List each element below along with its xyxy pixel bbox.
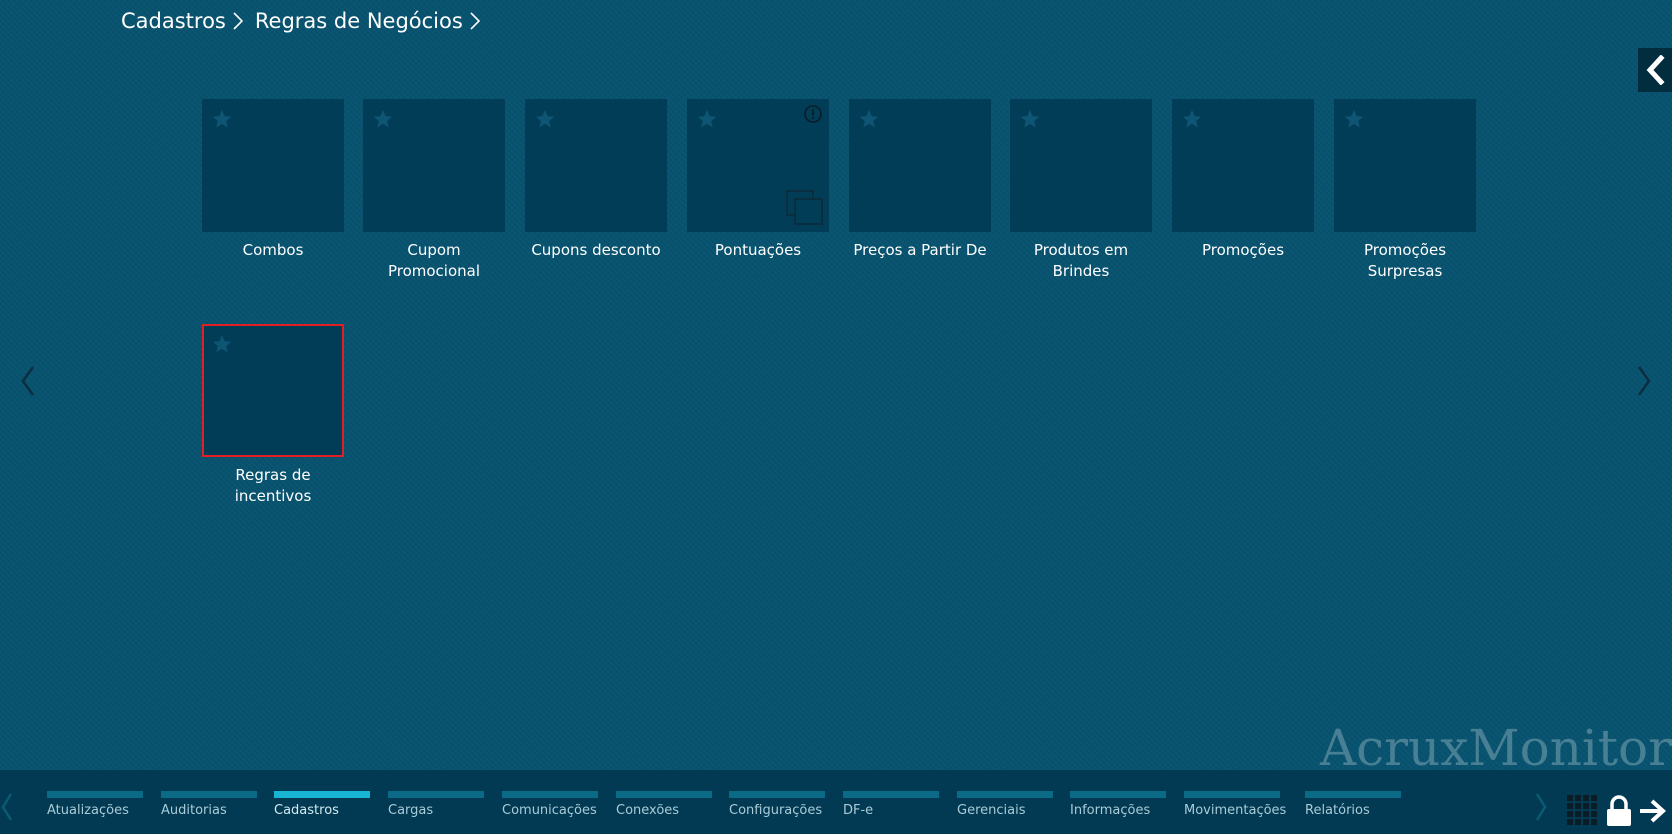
star-icon	[1182, 109, 1202, 128]
tile-promocoes-surpresas[interactable]: Promoções Surpresas	[1334, 99, 1476, 282]
tile-label: Promoções Surpresas	[1363, 241, 1447, 280]
tile-regras-de-incentivos[interactable]: Regras de incentivos	[202, 324, 344, 507]
previous-page-button[interactable]	[20, 365, 36, 401]
tile-precos-a-partir-de[interactable]: Preços a Partir De	[849, 99, 991, 261]
star-icon	[697, 109, 717, 128]
tile-label: Combos	[242, 241, 304, 259]
tile-combos[interactable]: Combos	[202, 99, 344, 261]
taskbar-label: Comunicações	[502, 803, 597, 818]
taskbar-item-relatorios[interactable]: Relatórios	[1305, 791, 1401, 834]
tile-label: Produtos em Brindes	[1033, 241, 1129, 280]
taskbar-item-comunicacoes[interactable]: Comunicações	[502, 791, 598, 834]
chevron-left-icon	[21, 366, 35, 396]
breadcrumb-label: Regras de Negócios	[254, 9, 463, 33]
chevron-right-icon	[1637, 366, 1651, 396]
tile-box-selected	[202, 324, 344, 457]
taskbar-indicator	[388, 791, 484, 798]
taskbar-label: Configurações	[729, 803, 823, 818]
taskbar-item-cadastros[interactable]: Cadastros	[274, 791, 370, 834]
taskbar-label: Movimentações	[1184, 803, 1287, 818]
taskbar-indicator	[502, 791, 598, 798]
taskbar-item-conexoes[interactable]: Conexões	[616, 791, 712, 834]
tile-pontuacoes[interactable]: Pontuações	[687, 99, 829, 261]
taskbar: Atualizações Auditorias Cadastros Cargas…	[0, 770, 1672, 834]
grid-icon[interactable]	[1567, 795, 1597, 829]
taskbar-indicator	[729, 791, 825, 798]
taskbar-label: Relatórios	[1305, 803, 1370, 818]
star-icon	[1344, 109, 1364, 128]
breadcrumb: Cadastros Regras de Negócios	[121, 6, 480, 36]
tile-box	[525, 99, 667, 232]
taskbar-label: Cadastros	[274, 803, 339, 818]
acruxmonitor-watermark: AcruxMonitor	[1319, 719, 1672, 777]
taskbar-item-cargas[interactable]: Cargas	[388, 791, 484, 834]
collapse-panel-button[interactable]	[1638, 48, 1672, 92]
tile-box	[202, 99, 344, 232]
chevron-right-icon	[233, 12, 243, 30]
star-icon	[212, 334, 232, 353]
tile-label: Preços a Partir De	[853, 241, 987, 259]
tile-box	[1334, 99, 1476, 232]
lock-icon[interactable]	[1605, 795, 1633, 831]
tile-label: Pontuações	[714, 241, 802, 259]
exit-arrow-icon[interactable]	[1638, 798, 1668, 828]
taskbar-label: Conexões	[616, 803, 680, 818]
chevron-right-icon	[1535, 793, 1547, 821]
tile-box	[1010, 99, 1152, 232]
tile-label: Promoções	[1201, 241, 1285, 259]
tile-box	[1172, 99, 1314, 232]
taskbar-indicator	[616, 791, 712, 798]
star-icon	[373, 109, 393, 128]
taskbar-scroll-left-button[interactable]	[0, 792, 14, 826]
taskbar-label: Auditorias	[161, 803, 227, 818]
taskbar-indicator	[161, 791, 257, 798]
taskbar-indicator	[1070, 791, 1166, 798]
taskbar-indicator	[957, 791, 1053, 798]
star-icon	[535, 109, 555, 128]
chevron-right-icon	[470, 12, 480, 30]
tile-cupom-promocional[interactable]: Cupom Promocional	[363, 99, 505, 282]
taskbar-indicator	[47, 791, 143, 798]
taskbar-indicator	[1305, 791, 1401, 798]
taskbar-label: Gerenciais	[957, 803, 1026, 818]
taskbar-item-informacoes[interactable]: Informações	[1070, 791, 1166, 834]
star-icon	[212, 109, 232, 128]
chevron-left-icon	[1646, 55, 1665, 85]
tile-box	[363, 99, 505, 232]
taskbar-item-configuracoes[interactable]: Configurações	[729, 791, 825, 834]
info-icon[interactable]	[803, 104, 823, 124]
breadcrumb-cadastros[interactable]: Cadastros	[121, 9, 255, 33]
taskbar-label: Cargas	[388, 803, 434, 818]
next-page-button[interactable]	[1636, 365, 1652, 401]
chevron-left-icon	[1, 793, 13, 821]
taskbar-item-dfe[interactable]: DF-e	[843, 791, 939, 834]
tile-label: Cupons desconto	[531, 241, 661, 259]
tile-label: Cupom Promocional	[387, 241, 481, 280]
breadcrumb-regras[interactable]: Regras de Negócios	[255, 9, 480, 33]
taskbar-item-gerenciais[interactable]: Gerenciais	[957, 791, 1053, 834]
taskbar-indicator	[1184, 791, 1280, 798]
taskbar-item-movimentacoes[interactable]: Movimentações	[1184, 791, 1287, 834]
tile-promocoes[interactable]: Promoções	[1172, 99, 1314, 261]
taskbar-label: Atualizações	[47, 803, 129, 818]
taskbar-item-atualizacoes[interactable]: Atualizações	[47, 791, 143, 834]
tile-label: Regras de incentivos	[234, 466, 312, 505]
taskbar-indicator	[274, 791, 370, 798]
breadcrumb-label: Cadastros	[121, 9, 226, 33]
tile-produtos-em-brindes[interactable]: Produtos em Brindes	[1010, 99, 1152, 282]
tile-box	[849, 99, 991, 232]
taskbar-item-auditorias[interactable]: Auditorias	[161, 791, 257, 834]
taskbar-scroll-right-button[interactable]	[1534, 792, 1548, 826]
taskbar-indicator	[843, 791, 939, 798]
taskbar-label: DF-e	[843, 803, 874, 818]
tile-box	[687, 99, 829, 232]
multi-window-icon	[786, 190, 823, 225]
tile-cupons-desconto[interactable]: Cupons desconto	[525, 99, 667, 261]
star-icon	[1020, 109, 1040, 128]
taskbar-label: Informações	[1070, 803, 1151, 818]
star-icon	[859, 109, 879, 128]
